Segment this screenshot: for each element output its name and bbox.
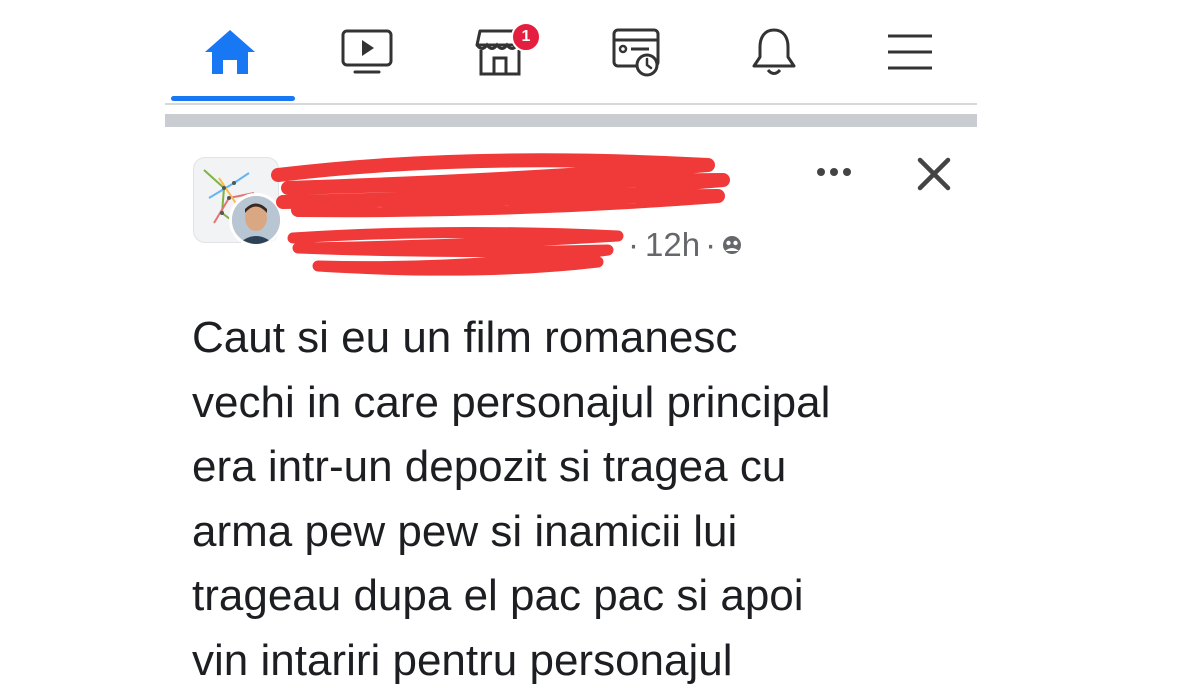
post-text: Caut si eu un film romanesc vechi in car… (192, 313, 831, 685)
post-meta: · 12h · (620, 226, 743, 264)
more-options-button[interactable] (810, 160, 860, 184)
nav-notifications[interactable] (745, 24, 803, 80)
nav-menu[interactable] (881, 24, 939, 80)
post-timestamp[interactable]: 12h (645, 226, 700, 264)
hamburger-icon (888, 34, 932, 70)
nav-active-indicator (171, 96, 295, 101)
bell-icon (752, 28, 796, 75)
nav-memories[interactable] (608, 24, 666, 80)
nav-home[interactable] (201, 24, 259, 80)
feed-divider (165, 114, 977, 127)
top-nav-bar: 1 (165, 0, 977, 105)
home-icon (205, 30, 255, 74)
video-icon (341, 29, 393, 74)
close-icon (917, 157, 951, 191)
hide-post-button[interactable] (912, 152, 956, 196)
nav-watch[interactable] (338, 24, 396, 80)
group-privacy-icon (723, 236, 742, 254)
ellipsis-icon (817, 168, 851, 176)
marketplace-badge: 1 (511, 22, 541, 52)
meta-separator: · (628, 226, 639, 263)
meta-separator-2: · (705, 226, 717, 263)
memories-icon (612, 28, 660, 77)
